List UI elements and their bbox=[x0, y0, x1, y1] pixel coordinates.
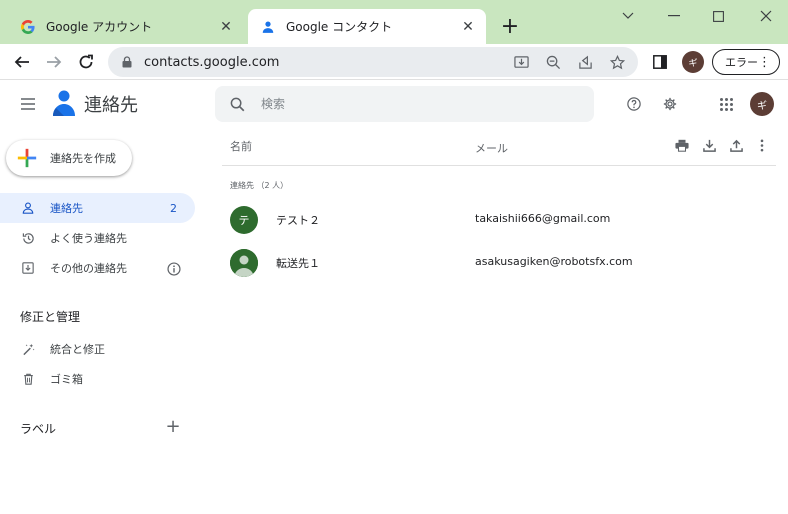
sidebar-item-label: 連絡先 bbox=[50, 202, 83, 215]
header-divider bbox=[222, 165, 776, 166]
close-icon[interactable]: ✕ bbox=[458, 17, 478, 37]
contact-email: asakusagiken@robotsfx.com bbox=[475, 255, 633, 268]
person-silhouette-icon bbox=[230, 249, 258, 277]
trash-icon bbox=[20, 371, 36, 387]
window-close-icon[interactable] bbox=[756, 6, 776, 26]
table-row[interactable]: 転送先１ asakusagiken@robotsfx.com bbox=[222, 242, 776, 282]
colored-plus-icon bbox=[17, 148, 37, 168]
contact-avatar: テ bbox=[230, 206, 258, 234]
column-header-email: メール bbox=[475, 142, 508, 155]
contact-email: takaishii666@gmail.com bbox=[475, 212, 611, 225]
contact-photo-avatar bbox=[230, 249, 258, 277]
install-app-icon[interactable] bbox=[510, 51, 532, 73]
sidebar-item-contacts[interactable]: 連絡先 2 bbox=[0, 193, 195, 223]
contact-name: 転送先１ bbox=[276, 257, 320, 270]
tab-search-icon[interactable] bbox=[618, 6, 638, 26]
minimize-icon[interactable] bbox=[664, 6, 684, 26]
tab-google-contacts[interactable]: Google コンタクト ✕ bbox=[248, 9, 486, 44]
sidebar-item-label: 統合と修正 bbox=[50, 343, 105, 356]
download-box-icon bbox=[20, 260, 36, 276]
magic-wand-icon bbox=[20, 341, 36, 357]
contact-name: テスト２ bbox=[276, 214, 320, 227]
sidebar-item-other-contacts[interactable]: その他の連絡先 bbox=[0, 253, 160, 283]
sidebar-item-label: ゴミ箱 bbox=[50, 373, 83, 386]
export-download-icon[interactable] bbox=[700, 136, 718, 154]
lock-icon[interactable] bbox=[119, 54, 135, 70]
add-label-plus-icon[interactable]: + bbox=[164, 416, 182, 437]
error-button[interactable]: エラー ⋮ bbox=[712, 49, 780, 75]
column-header-name: 名前 bbox=[230, 140, 252, 153]
forward-arrow-icon[interactable] bbox=[42, 50, 66, 74]
error-label: エラー bbox=[725, 56, 758, 69]
hamburger-menu-icon[interactable] bbox=[16, 92, 40, 116]
back-arrow-icon[interactable] bbox=[10, 50, 34, 74]
sidebar-item-trash[interactable]: ゴミ箱 bbox=[0, 364, 195, 394]
more-vert-icon[interactable]: ⋮ bbox=[758, 55, 771, 70]
create-contact-button[interactable]: 連絡先を作成 bbox=[6, 140, 132, 176]
sidebar-item-merge-fix[interactable]: 統合と修正 bbox=[0, 334, 195, 364]
labels-section-title: ラベル bbox=[20, 422, 57, 436]
account-avatar[interactable]: ギ bbox=[750, 92, 774, 116]
table-row[interactable]: テ テスト２ takaishii666@gmail.com bbox=[222, 199, 776, 239]
sidebar-item-label: その他の連絡先 bbox=[50, 262, 127, 275]
profile-avatar[interactable]: ギ bbox=[682, 51, 704, 73]
settings-gear-icon[interactable] bbox=[658, 92, 682, 116]
contacts-group-label: 連絡先 （2 人） bbox=[230, 181, 289, 190]
address-bar[interactable]: contacts.google.com bbox=[108, 47, 638, 77]
tab-title: Google アカウント bbox=[46, 20, 153, 34]
app-name: 連絡先 bbox=[84, 95, 138, 116]
contacts-count: 2 bbox=[170, 201, 177, 215]
tab-google-account[interactable]: Google アカウント ✕ bbox=[8, 9, 244, 44]
help-icon[interactable] bbox=[622, 92, 646, 116]
create-contact-label: 連絡先を作成 bbox=[50, 152, 116, 165]
bookmark-star-icon[interactable] bbox=[606, 51, 628, 73]
sidebar-item-frequent[interactable]: よく使う連絡先 bbox=[0, 223, 195, 253]
tab-title: Google コンタクト bbox=[286, 20, 393, 34]
search-icon[interactable] bbox=[227, 94, 247, 114]
browser-toolbar: contacts.google.com ギ エラー ⋮ bbox=[0, 44, 788, 80]
more-vert-icon[interactable] bbox=[753, 136, 771, 154]
history-icon bbox=[20, 230, 36, 246]
sidebar-item-label: よく使う連絡先 bbox=[50, 232, 127, 245]
print-icon[interactable] bbox=[673, 136, 691, 154]
contacts-logo-icon bbox=[52, 90, 76, 118]
zoom-out-icon[interactable] bbox=[542, 51, 564, 73]
person-icon bbox=[20, 200, 36, 216]
manage-section-title: 修正と管理 bbox=[20, 310, 81, 324]
side-panel-icon[interactable] bbox=[648, 50, 672, 74]
info-icon[interactable] bbox=[166, 261, 182, 277]
search-input[interactable] bbox=[261, 97, 561, 111]
browser-tab-strip: Google アカウント ✕ Google コンタクト ✕ + bbox=[0, 0, 788, 44]
url-text: contacts.google.com bbox=[144, 54, 280, 70]
close-icon[interactable]: ✕ bbox=[216, 17, 236, 37]
new-tab-button[interactable]: + bbox=[498, 14, 522, 39]
apps-grid-icon[interactable] bbox=[714, 92, 738, 116]
share-icon[interactable] bbox=[574, 51, 596, 73]
google-g-icon bbox=[20, 19, 36, 35]
maximize-icon[interactable] bbox=[708, 6, 728, 26]
reload-icon[interactable] bbox=[74, 50, 98, 74]
contacts-person-icon bbox=[260, 19, 276, 35]
search-bar[interactable] bbox=[215, 86, 594, 122]
app-header: 連絡先 ギ bbox=[0, 80, 788, 128]
import-upload-icon[interactable] bbox=[727, 136, 745, 154]
